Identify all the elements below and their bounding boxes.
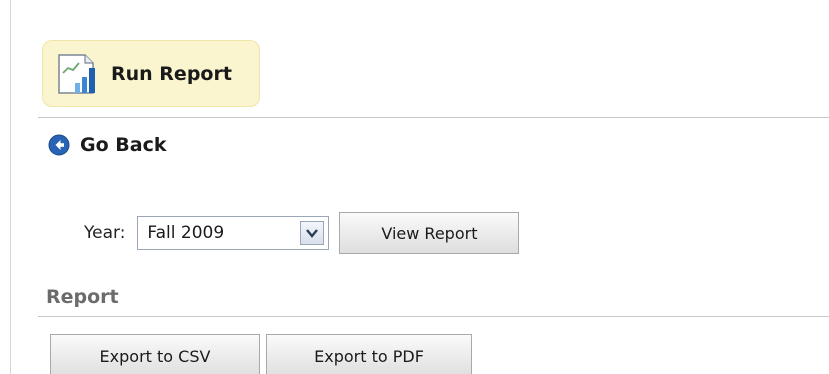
- year-filter-row: Year: Fall 2009 View Report: [84, 212, 520, 254]
- view-report-button[interactable]: View Report: [339, 212, 520, 254]
- left-divider: [10, 0, 11, 374]
- header-divider: [38, 117, 829, 118]
- go-back-link[interactable]: Go Back: [48, 134, 166, 156]
- go-back-label: Go Back: [80, 134, 167, 156]
- year-select-value: Fall 2009: [147, 223, 225, 243]
- report-section-heading: Report: [46, 286, 119, 308]
- dropdown-arrow-button[interactable]: [300, 221, 325, 245]
- report-page: Run Report Go Back Year: Fall 2009 View …: [0, 0, 829, 374]
- page-title: Run Report: [111, 62, 232, 85]
- run-report-header: Run Report: [42, 40, 260, 107]
- export-buttons: Export to CSV Export to PDF: [50, 334, 472, 374]
- back-arrow-circle-icon: [48, 134, 70, 156]
- year-select[interactable]: Fall 2009: [137, 216, 330, 250]
- bar-chart-report-icon: [58, 53, 95, 94]
- report-divider: [38, 316, 829, 317]
- main-content: Run Report Go Back Year: Fall 2009 View …: [38, 0, 829, 374]
- export-csv-button[interactable]: Export to CSV: [50, 334, 260, 374]
- export-pdf-button[interactable]: Export to PDF: [266, 334, 472, 374]
- chevron-down-icon: [306, 229, 319, 238]
- year-label: Year:: [84, 223, 126, 243]
